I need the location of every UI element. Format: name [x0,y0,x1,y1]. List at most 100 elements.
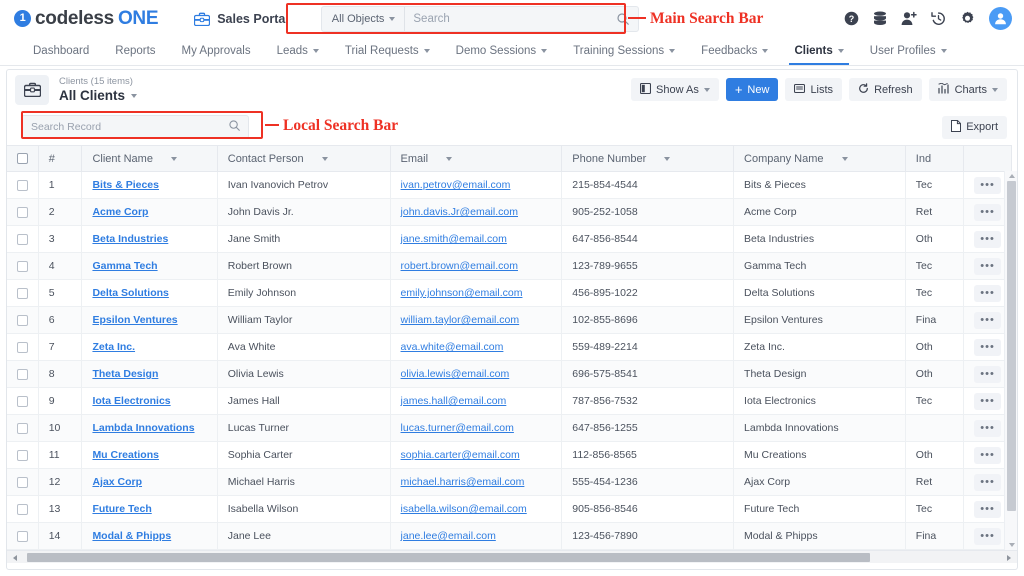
column-header-industry[interactable]: Ind [905,145,965,172]
gear-icon[interactable] [960,11,975,26]
client-name-link[interactable]: Mu Creations [92,449,159,461]
row-checkbox[interactable] [17,233,28,245]
email-link[interactable]: lucas.turner@email.com [401,422,514,434]
list-view-selector[interactable]: All Clients [59,88,138,104]
show-as-button[interactable]: Show As [631,78,719,101]
row-menu-icon[interactable]: ••• [974,257,1002,275]
horizontal-scroll-thumb[interactable] [27,553,870,562]
refresh-button[interactable]: Refresh [849,78,922,101]
email-link[interactable]: james.hall@email.com [401,395,507,407]
table-row[interactable]: 7 Zeta Inc. Ava White ava.white@email.com 55… [7,333,1012,361]
nav-tab-user-profiles[interactable]: User Profiles [857,37,960,65]
table-horizontal-scrollbar[interactable] [7,550,1017,563]
sales-portal-selector[interactable]: Sales Portal [194,12,289,26]
table-row[interactable]: 2 Acme Corp John Davis Jr. john.davis.Jr@em… [7,198,1012,226]
email-link[interactable]: sophia.carter@email.com [401,449,520,461]
client-name-link[interactable]: Epsilon Ventures [92,314,177,326]
sort-chevron-down-icon[interactable] [841,156,848,161]
table-row[interactable]: 12 Ajax Corp Michael Harris michael.harris@… [7,468,1012,496]
client-name-link[interactable]: Theta Design [92,368,158,380]
column-header-contact-person[interactable]: Contact Person [217,145,391,172]
column-header-num[interactable]: # [38,145,83,172]
client-name-link[interactable]: Future Tech [92,503,151,515]
row-menu-icon[interactable]: ••• [974,419,1002,437]
client-name-link[interactable]: Iota Electronics [92,395,170,407]
email-link[interactable]: jane.lee@email.com [401,530,496,542]
email-link[interactable]: jane.smith@email.com [401,233,507,245]
user-avatar[interactable] [989,7,1012,30]
table-vertical-scrollbar[interactable] [1004,171,1017,550]
search-icon[interactable] [229,118,240,136]
table-row[interactable]: 10 Lambda Innovations Lucas Turner lucas.tu… [7,414,1012,442]
row-checkbox[interactable] [17,260,28,272]
email-link[interactable]: john.davis.Jr@email.com [401,206,518,218]
table-row[interactable]: 4 Gamma Tech Robert Brown robert.brown@emai… [7,252,1012,280]
nav-tab-my-approvals[interactable]: My Approvals [169,37,264,65]
add-user-icon[interactable] [901,11,917,26]
table-row[interactable]: 1 Bits & Pieces Ivan Ivanovich Petrov ivan.… [7,171,1012,199]
row-menu-icon[interactable]: ••• [974,500,1002,518]
row-menu-icon[interactable]: ••• [974,284,1002,302]
client-name-link[interactable]: Modal & Phipps [92,530,171,542]
search-record-input[interactable] [31,121,229,133]
table-row[interactable]: 13 Future Tech Isabella Wilson isabella.wil… [7,495,1012,523]
scroll-left-icon[interactable] [13,554,17,561]
export-button[interactable]: Export [942,115,1007,139]
client-name-link[interactable]: Lambda Innovations [92,422,194,434]
row-checkbox[interactable] [17,530,28,542]
email-link[interactable]: michael.harris@email.com [401,476,525,488]
row-menu-icon[interactable]: ••• [974,446,1002,464]
main-search-input[interactable] [405,6,617,31]
database-icon[interactable] [873,11,887,26]
client-name-link[interactable]: Gamma Tech [92,260,157,272]
row-menu-icon[interactable]: ••• [974,230,1002,248]
charts-button[interactable]: Charts [928,78,1007,101]
sort-chevron-down-icon[interactable] [170,156,177,161]
history-icon[interactable] [931,11,946,26]
nav-tab-dashboard[interactable]: Dashboard [20,37,102,65]
client-name-link[interactable]: Zeta Inc. [92,341,135,353]
nav-tab-feedbacks[interactable]: Feedbacks [688,37,781,65]
sort-chevron-down-icon[interactable] [446,156,453,161]
table-row[interactable]: 11 Mu Creations Sophia Carter sophia.carter… [7,441,1012,469]
table-row[interactable]: 6 Epsilon Ventures William Taylor william.t… [7,306,1012,334]
row-checkbox[interactable] [17,314,28,326]
scroll-up-icon[interactable] [1008,174,1015,178]
row-checkbox[interactable] [17,395,28,407]
client-name-link[interactable]: Acme Corp [92,206,148,218]
select-all-checkbox[interactable] [17,153,28,164]
row-menu-icon[interactable]: ••• [974,392,1002,410]
nav-tab-clients[interactable]: Clients [781,37,856,65]
row-checkbox[interactable] [17,476,28,488]
email-link[interactable]: robert.brown@email.com [401,260,518,272]
row-menu-icon[interactable]: ••• [974,311,1002,329]
scroll-right-icon[interactable] [1007,554,1011,561]
row-checkbox[interactable] [17,206,28,218]
nav-tab-trial-requests[interactable]: Trial Requests [332,37,443,65]
sort-chevron-down-icon[interactable] [664,156,671,161]
scroll-down-icon[interactable] [1008,543,1015,547]
table-row[interactable]: 14 Modal & Phipps Jane Lee jane.lee@email.c… [7,522,1012,550]
column-header-email[interactable]: Email [390,145,563,172]
client-name-link[interactable]: Ajax Corp [92,476,142,488]
email-link[interactable]: ivan.petrov@email.com [401,179,511,191]
row-menu-icon[interactable]: ••• [974,365,1002,383]
row-checkbox[interactable] [17,368,28,380]
lists-button[interactable]: Lists [785,78,843,101]
nav-tab-leads[interactable]: Leads [264,37,332,65]
table-row[interactable]: 8 Theta Design Olivia Lewis olivia.lewis@em… [7,360,1012,388]
help-icon[interactable]: ? [844,11,859,26]
row-checkbox[interactable] [17,179,28,191]
email-link[interactable]: ava.white@email.com [401,341,504,353]
nav-tab-reports[interactable]: Reports [102,37,168,65]
table-row[interactable]: 9 Iota Electronics James Hall james.hall@em… [7,387,1012,415]
client-name-link[interactable]: Delta Solutions [92,287,168,299]
email-link[interactable]: isabella.wilson@email.com [401,503,527,515]
search-scope-dropdown[interactable]: All Objects [322,6,406,31]
nav-tab-training-sessions[interactable]: Training Sessions [560,37,688,65]
row-checkbox[interactable] [17,422,28,434]
table-row[interactable]: 5 Delta Solutions Emily Johnson emily.johns… [7,279,1012,307]
row-checkbox[interactable] [17,503,28,515]
row-menu-icon[interactable]: ••• [974,338,1002,356]
row-menu-icon[interactable]: ••• [974,473,1002,491]
